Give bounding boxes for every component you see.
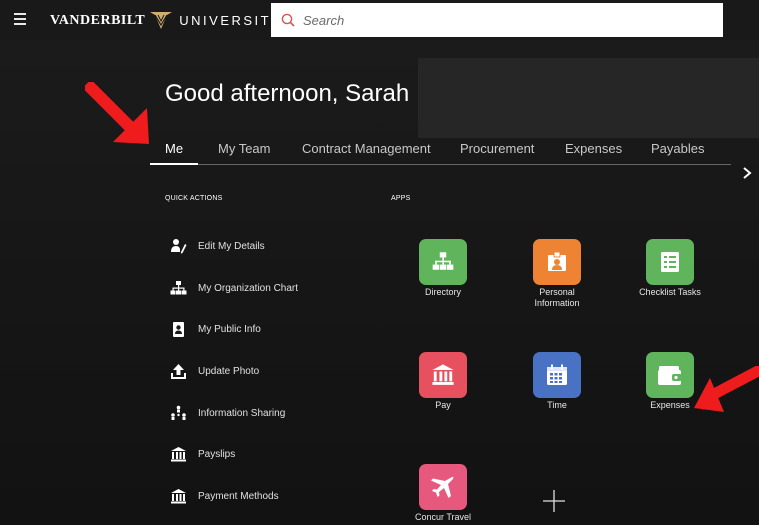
- app-tile: [419, 239, 467, 285]
- active-tab-indicator: [150, 163, 198, 165]
- app-personal-information[interactable]: Personal Information: [516, 239, 598, 309]
- quick-action-label: Information Sharing: [198, 408, 286, 419]
- id-badge-icon: [170, 321, 187, 338]
- app-tile: [646, 352, 694, 398]
- chevron-right-icon[interactable]: [740, 164, 754, 182]
- app-directory[interactable]: Directory: [402, 239, 484, 298]
- app-tile: [419, 352, 467, 398]
- quick-action-public-info[interactable]: My Public Info: [170, 321, 261, 338]
- quick-action-label: Edit My Details: [198, 241, 265, 252]
- add-app-icon[interactable]: [543, 490, 565, 512]
- search-placeholder: Search: [303, 12, 345, 28]
- app-label: Concur Travel: [414, 512, 472, 522]
- quick-action-label: Update Photo: [198, 366, 260, 377]
- apps-heading: APPS: [391, 195, 411, 202]
- tab-contract-management[interactable]: Contract Management: [302, 141, 431, 156]
- brand-left-text: VANDERBILT: [50, 12, 146, 28]
- page-title: Good afternoon, Sarah: [165, 80, 410, 107]
- annotation-arrow-icon: [85, 82, 149, 144]
- app-label: Personal Information: [534, 287, 580, 308]
- search-icon: [281, 13, 295, 27]
- brand-right-text: UNIVERSITY: [179, 13, 283, 28]
- app-tile: [533, 239, 581, 285]
- app-concur-travel[interactable]: Concur Travel: [402, 464, 484, 523]
- annotation-arrow-icon: [694, 366, 759, 412]
- app-tile: [646, 239, 694, 285]
- app-tile: [419, 464, 467, 510]
- tab-divider: [150, 164, 731, 165]
- org-chart-icon: [170, 280, 187, 297]
- quick-action-payslips[interactable]: Payslips: [170, 446, 235, 463]
- quick-actions-heading: QUICK ACTIONS: [165, 195, 223, 202]
- search-input[interactable]: Search: [271, 3, 723, 37]
- app-label: Directory: [424, 287, 461, 297]
- menu-icon[interactable]: [14, 13, 26, 25]
- app-label: Checklist Tasks: [639, 287, 701, 297]
- tab-payables[interactable]: Payables: [651, 141, 704, 156]
- bank-icon: [170, 446, 187, 463]
- quick-action-payment-methods[interactable]: Payment Methods: [170, 488, 279, 505]
- upload-icon: [170, 363, 187, 380]
- quick-action-label: Payment Methods: [198, 491, 279, 502]
- app-pay[interactable]: Pay: [402, 352, 484, 411]
- app-label: Time: [547, 400, 567, 410]
- tab-expenses[interactable]: Expenses: [565, 141, 622, 156]
- org-chart-icon: [432, 252, 454, 270]
- person-card-icon: [548, 251, 566, 271]
- quick-action-org-chart[interactable]: My Organization Chart: [170, 280, 298, 297]
- calendar-icon: [547, 364, 567, 385]
- edit-person-icon: [170, 238, 187, 255]
- tab-me[interactable]: Me: [165, 141, 183, 156]
- wallet-icon: [658, 366, 682, 385]
- tab-procurement[interactable]: Procurement: [460, 141, 534, 156]
- quick-action-update-photo[interactable]: Update Photo: [170, 363, 259, 380]
- quick-action-label: My Public Info: [198, 324, 261, 335]
- app-time[interactable]: Time: [516, 352, 598, 411]
- app-checklist-tasks[interactable]: Checklist Tasks: [629, 239, 711, 298]
- quick-action-label: My Organization Chart: [198, 283, 299, 294]
- university-logo[interactable]: VANDERBILT UNIVERSITY: [50, 11, 282, 30]
- app-label: Pay: [435, 400, 451, 410]
- top-header: VANDERBILT UNIVERSITY Search: [0, 0, 759, 40]
- bank-icon: [170, 488, 187, 505]
- app-tile: [533, 352, 581, 398]
- quick-action-edit-my-details[interactable]: Edit My Details: [170, 238, 265, 255]
- tab-my-team[interactable]: My Team: [218, 141, 271, 156]
- checklist-icon: [661, 252, 679, 272]
- quick-action-label: Payslips: [198, 449, 236, 460]
- oak-leaf-logo-icon: [150, 12, 173, 29]
- bank-icon: [432, 364, 454, 385]
- sharing-icon: [170, 405, 187, 422]
- quick-action-information-sharing[interactable]: Information Sharing: [170, 405, 285, 422]
- background-panel: [418, 58, 759, 138]
- airplane-icon: [431, 476, 454, 498]
